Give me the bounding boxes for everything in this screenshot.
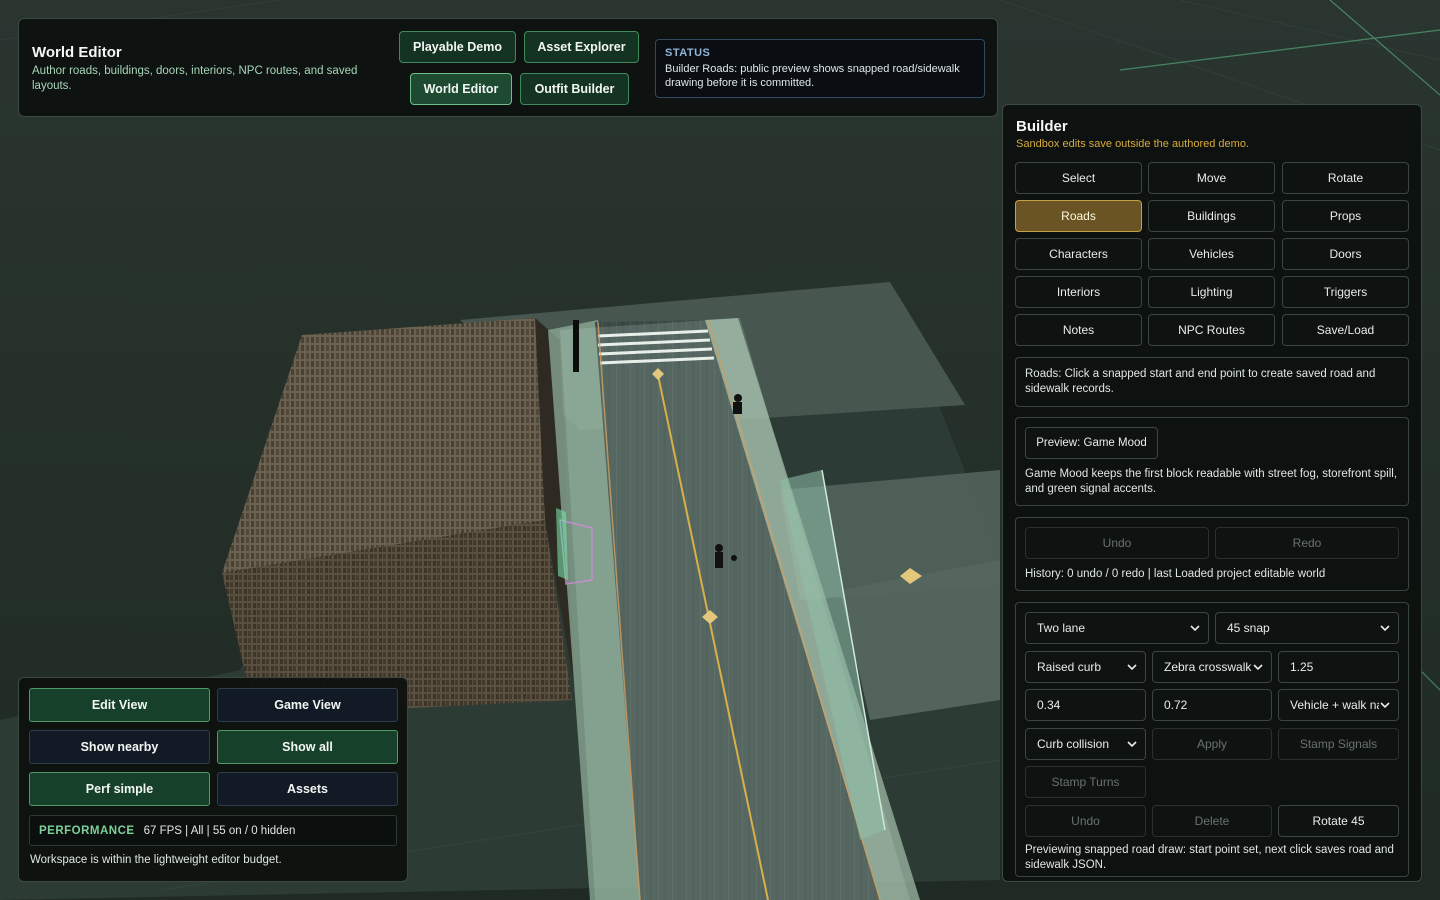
asset-explorer-button[interactable]: Asset Explorer	[524, 31, 639, 63]
snap-select[interactable]: 45 snap	[1215, 612, 1399, 644]
tool-triggers[interactable]: Triggers	[1282, 276, 1409, 308]
nav-mode-select[interactable]: Vehicle + walk nav	[1278, 689, 1399, 721]
tool-notes[interactable]: Notes	[1015, 314, 1142, 346]
builder-title: Builder	[1016, 118, 1068, 135]
page-title: World Editor	[32, 44, 122, 61]
crosswalk-select[interactable]: Zebra crosswalk	[1152, 651, 1272, 683]
page-subtitle: Author roads, buildings, doors, interior…	[32, 65, 358, 92]
chevron-down-icon	[1379, 699, 1391, 711]
playable-demo-button[interactable]: Playable Demo	[399, 31, 516, 63]
tool-move[interactable]: Move	[1148, 162, 1275, 194]
undo-road-button[interactable]: Undo	[1025, 805, 1146, 837]
status-label: STATUS	[665, 47, 711, 59]
perf-simple-button[interactable]: Perf simple	[29, 772, 210, 806]
footer-text: Previewing snapped road draw: start poin…	[1025, 844, 1394, 871]
tool-interiors[interactable]: Interiors	[1015, 276, 1142, 308]
show-nearby-button[interactable]: Show nearby	[29, 730, 210, 764]
chevron-down-icon	[1127, 741, 1137, 748]
status-text: Builder Roads: public preview shows snap…	[665, 63, 960, 89]
performance-value: 67 FPS | All | 55 on / 0 hidden	[143, 824, 296, 837]
history-box: Undo Redo History: 0 undo / 0 redo | las…	[1015, 517, 1409, 591]
value-b-input[interactable]: 0.34	[1025, 689, 1146, 721]
collision-value: Curb collision	[1037, 737, 1110, 751]
chevron-down-icon	[1380, 625, 1390, 632]
tool-rotate[interactable]: Rotate	[1282, 162, 1409, 194]
show-all-button[interactable]: Show all	[217, 730, 398, 764]
road-type-value: Two lane	[1037, 621, 1086, 635]
tool-roads[interactable]: Roads	[1015, 200, 1142, 232]
value-a-input[interactable]: 1.25	[1278, 651, 1399, 683]
stamp-turns-button[interactable]: Stamp Turns	[1025, 766, 1146, 798]
chevron-down-icon	[1190, 625, 1200, 632]
tool-props[interactable]: Props	[1282, 200, 1409, 232]
collision-select[interactable]: Curb collision	[1025, 728, 1146, 760]
performance-readout: PERFORMANCE 67 FPS | All | 55 on / 0 hid…	[29, 815, 397, 846]
delete-button[interactable]: Delete	[1152, 805, 1272, 837]
preview-game-mood-button[interactable]: Preview: Game Mood	[1025, 427, 1158, 459]
tool-select[interactable]: Select	[1015, 162, 1142, 194]
tool-npc-routes[interactable]: NPC Routes	[1148, 314, 1275, 346]
apply-button[interactable]: Apply	[1152, 728, 1272, 760]
road-settings-box: Two lane 45 snap Raised curb Zebra cross…	[1015, 602, 1409, 877]
road-type-select[interactable]: Two lane	[1025, 612, 1209, 644]
stamp-signals-button[interactable]: Stamp Signals	[1278, 728, 1399, 760]
tool-characters[interactable]: Characters	[1015, 238, 1142, 270]
curb-value: Raised curb	[1037, 660, 1102, 674]
preview-text: Game Mood keeps the first block readable…	[1025, 468, 1398, 495]
redo-button[interactable]: Redo	[1215, 527, 1399, 559]
history-text: History: 0 undo / 0 redo | last Loaded p…	[1025, 568, 1326, 580]
top-bar: World Editor Author roads, buildings, do…	[18, 18, 998, 117]
crosswalk-value: Zebra crosswalk	[1164, 660, 1252, 674]
budget-text: Workspace is within the lightweight edit…	[30, 854, 282, 866]
value-c-input[interactable]: 0.72	[1152, 689, 1272, 721]
edit-view-button[interactable]: Edit View	[29, 688, 210, 722]
chevron-down-icon	[1253, 664, 1263, 671]
undo-button[interactable]: Undo	[1025, 527, 1209, 559]
roads-help-box: Roads: Click a snapped start and end poi…	[1015, 357, 1409, 407]
tool-save-load[interactable]: Save/Load	[1282, 314, 1409, 346]
curb-select[interactable]: Raised curb	[1025, 651, 1146, 683]
rotate-45-button[interactable]: Rotate 45	[1278, 805, 1399, 837]
status-box: STATUS Builder Roads: public preview sho…	[655, 39, 985, 98]
world-editor-button[interactable]: World Editor	[410, 73, 512, 105]
snap-value: 45 snap	[1227, 621, 1270, 635]
tool-buildings[interactable]: Buildings	[1148, 200, 1275, 232]
game-view-button[interactable]: Game View	[217, 688, 398, 722]
outfit-builder-button[interactable]: Outfit Builder	[520, 73, 629, 105]
preview-box: Preview: Game Mood Game Mood keeps the f…	[1015, 417, 1409, 506]
performance-label: PERFORMANCE	[39, 824, 135, 837]
builder-panel: Builder Sandbox edits save outside the a…	[1002, 104, 1422, 882]
tool-vehicles[interactable]: Vehicles	[1148, 238, 1275, 270]
tool-doors[interactable]: Doors	[1282, 238, 1409, 270]
nav-mode-value: Vehicle + walk nav	[1290, 698, 1390, 712]
chevron-down-icon	[1127, 664, 1137, 671]
tool-lighting[interactable]: Lighting	[1148, 276, 1275, 308]
roads-help-text: Roads: Click a snapped start and end poi…	[1025, 368, 1376, 395]
view-panel: Edit View Game View Show nearby Show all…	[18, 677, 408, 882]
assets-button[interactable]: Assets	[217, 772, 398, 806]
builder-subtitle: Sandbox edits save outside the authored …	[1016, 138, 1249, 150]
